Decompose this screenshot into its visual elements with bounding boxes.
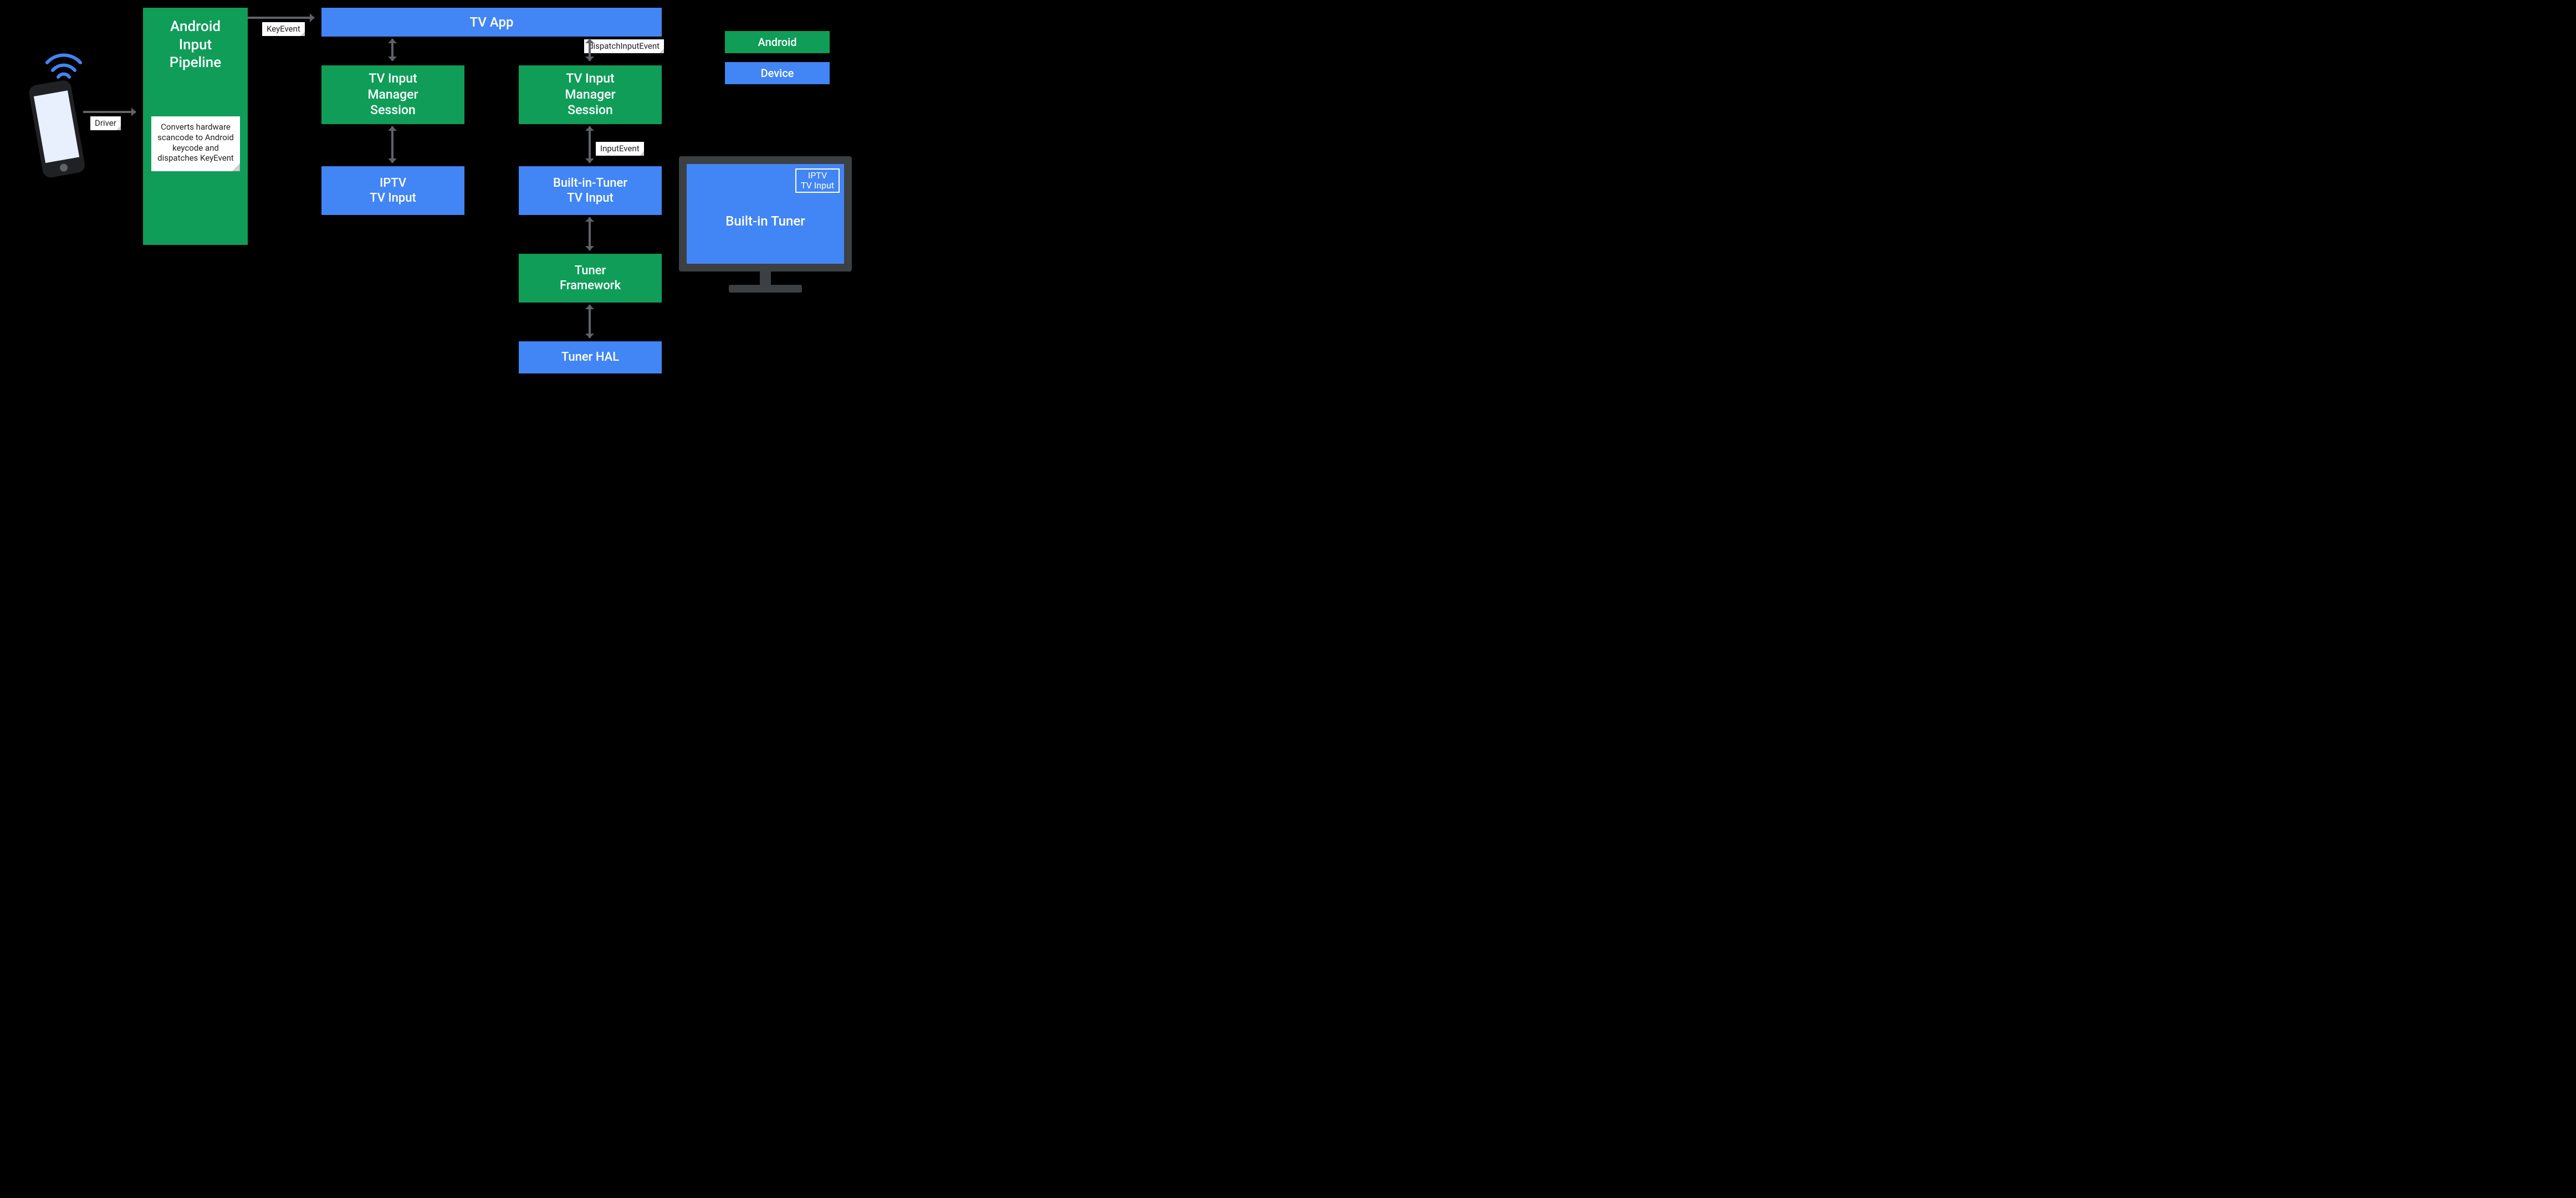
conn-framework-hal — [589, 305, 591, 338]
conn-session-iptv — [391, 126, 393, 163]
monitor-icon: Built-in Tuner IPTV TV Input — [679, 156, 852, 300]
conn-tvapp-session-left — [391, 39, 393, 61]
arrow-pipeline-to-tvapp — [248, 17, 314, 19]
phone-icon — [17, 53, 89, 188]
legend-device: Device — [725, 62, 830, 84]
note-pipeline-description: Converts hardware scancode to Android ke… — [151, 116, 240, 171]
conn-session-builtin — [589, 126, 591, 163]
pipeline-title: Android Input Pipeline — [170, 18, 221, 72]
box-tuner-framework: Tuner Framework — [519, 254, 662, 303]
arrow-phone-to-pipeline — [83, 111, 136, 113]
monitor-inset-label: IPTV TV Input — [795, 168, 840, 193]
diagram-canvas: Driver Android Input Pipeline Converts h… — [0, 0, 858, 398]
tag-driver: Driver — [90, 116, 121, 130]
box-session-left: TV Input Manager Session — [321, 65, 464, 124]
monitor-main-label: Built-in Tuner — [725, 213, 805, 229]
monitor-screen: Built-in Tuner IPTV TV Input — [687, 164, 844, 264]
conn-tvapp-session-right — [589, 39, 591, 61]
box-iptv-input: IPTV TV Input — [321, 166, 464, 215]
box-tv-app: TV App — [321, 8, 662, 37]
box-builtin-input: Built-in-Tuner TV Input — [519, 166, 662, 215]
box-tuner-hal: Tuner HAL — [519, 341, 662, 373]
tag-keyevent: KeyEvent — [262, 22, 305, 36]
tag-dispatch-input-event: dispatchInputEvent — [584, 39, 664, 53]
tag-input-event: InputEvent — [596, 142, 644, 156]
box-session-right: TV Input Manager Session — [519, 65, 662, 124]
legend-android: Android — [725, 31, 830, 53]
conn-builtin-framework — [589, 217, 591, 250]
